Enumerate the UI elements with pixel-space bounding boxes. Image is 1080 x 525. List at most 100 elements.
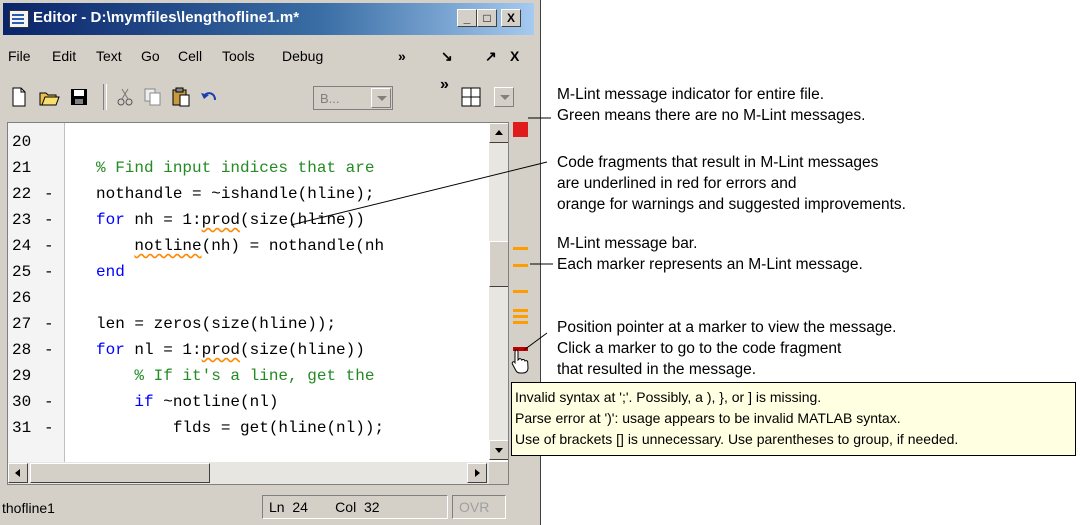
chevron-down-icon[interactable] [371,88,391,108]
line-number: 27 [12,315,32,333]
scroll-corner [489,462,508,484]
annotation-line: are underlined in red for errors and [557,175,797,192]
breakpoint-marker[interactable]: - [44,389,54,415]
code-editor[interactable]: 20 21% Find input indices that are 22- noth… [7,122,509,485]
menu-overflow-button[interactable]: » [398,48,406,64]
menu-debug[interactable]: Debug [282,48,323,64]
code-line[interactable]: 30- if ~notline(nl) [8,389,508,415]
breakpoint-marker[interactable]: - [44,259,54,285]
mlint-marker[interactable] [513,247,528,250]
menu-file[interactable]: File [8,48,31,64]
mlint-marker[interactable] [513,315,528,318]
mlint-underlined-fragment[interactable]: prod [202,211,240,229]
copy-icon[interactable] [142,86,164,108]
new-file-icon[interactable] [8,86,30,108]
undock-arrow-icon[interactable]: ↗ [485,48,497,65]
scroll-down-button[interactable] [489,440,508,460]
code-line[interactable]: 22- nothandle = ~ishandle(hline); [8,181,508,207]
maximize-button[interactable]: □ [477,9,497,27]
code-content: % If it's a line, get the [96,367,375,385]
code-text: % If it's a line, get the [96,363,374,389]
breakpoint-marker[interactable]: - [44,207,54,233]
vertical-scrollbar[interactable] [489,123,508,460]
mlint-marker[interactable] [513,290,528,293]
column-label: Col [335,499,357,515]
scroll-right-button[interactable] [467,463,487,483]
breakpoint-marker[interactable]: - [44,181,54,207]
menu-text[interactable]: Text [96,48,122,64]
code-line[interactable]: 31- flds = get(hline(nl)); [8,415,508,441]
code-content: flds = get(hline(nl)); [96,419,385,437]
mlint-marker[interactable] [513,321,528,324]
code-content: notline(nh) = nothandle(nh [134,237,385,255]
horizontal-scrollbar[interactable] [8,462,489,484]
code-content: ~notline(nl) [153,393,279,411]
overwrite-mode-indicator: OVR [452,495,506,519]
code-line[interactable]: 26 [8,285,508,311]
mlint-marker[interactable] [513,264,528,267]
annotation-fragments: Code fragments that result in M-Lint mes… [557,152,906,215]
dock-arrow-icon[interactable]: ↘ [441,48,453,65]
code-text: for nh = 1:prod(size(hline)) [96,207,365,233]
toolbar-separator [103,84,107,110]
menu-cell[interactable]: Cell [178,48,202,64]
code-text: nothandle = ~ishandle(hline); [96,181,374,207]
close-button[interactable]: X [501,9,521,27]
code-line[interactable]: 28- for nl = 1:prod(size(hline)) [8,337,508,363]
breakpoint-marker[interactable]: - [44,337,54,363]
scroll-up-button[interactable] [489,123,508,143]
code-line[interactable]: 29 % If it's a line, get the [8,363,508,389]
editor-window: Editor - D:\mymfiles\lengthofline1.m* _ … [0,0,541,525]
line-number: 22 [12,185,32,203]
stack-combo[interactable]: B... [313,86,393,110]
close-document-button[interactable]: X [510,48,519,64]
code-line[interactable]: 23- for nh = 1:prod(size(hline)) [8,207,508,233]
line-number: 24 [12,237,32,255]
line-number: 31 [12,419,32,437]
menu-edit[interactable]: Edit [52,48,76,64]
open-folder-icon[interactable] [38,86,60,108]
line-number: 21 [12,159,32,177]
keyword: if [96,393,154,411]
layout-dropdown-button[interactable] [494,87,514,107]
menu-go[interactable]: Go [141,48,160,64]
annotation-line: that resulted in the message. [557,361,757,378]
line-number: 29 [12,367,32,385]
menu-tools[interactable]: Tools [222,48,255,64]
mlint-message-indicator[interactable] [513,122,528,137]
minimize-button[interactable]: _ [457,9,477,27]
code-text: notline(nh) = nothandle(nh [96,233,384,259]
line-number: 26 [12,289,32,307]
undo-icon[interactable] [198,86,220,108]
window-title: Editor - D:\mymfiles\lengthofline1.m* [33,9,300,26]
vertical-scroll-thumb[interactable] [489,241,508,287]
mlint-underlined-fragment[interactable]: notline [134,237,201,255]
status-filename: thofline1 [2,500,55,516]
annotation-line: Position pointer at a marker to view the… [557,319,897,336]
mlint-underlined-fragment[interactable]: prod [202,341,240,359]
code-line[interactable]: 24- notline(nh) = nothandle(nh [8,233,508,259]
breakpoint-marker[interactable]: - [44,311,54,337]
code-line[interactable]: 27- len = zeros(size(hline)); [8,311,508,337]
cut-icon[interactable] [114,86,136,108]
grid-icon[interactable] [460,86,482,108]
tooltip-message: Invalid syntax at ';'. Possibly, a ), },… [515,389,822,405]
code-text: if ~notline(nl) [96,389,278,415]
save-icon[interactable] [68,86,90,108]
code-line[interactable]: 21 % Find input indices that are [8,155,508,181]
paste-icon[interactable] [170,86,192,108]
breakpoint-marker[interactable]: - [44,233,54,259]
code-line[interactable]: 20 [8,129,508,155]
horizontal-scroll-thumb[interactable] [30,463,210,483]
toolbar-overflow-button[interactable]: » [440,76,449,94]
line-number: 23 [12,211,32,229]
breakpoint-marker[interactable]: - [44,415,54,441]
mlint-marker[interactable] [513,309,528,312]
annotation-line: Each marker represents an M-Lint message… [557,256,863,273]
title-bar[interactable]: Editor - D:\mymfiles\lengthofline1.m* _ … [3,3,534,35]
annotation-line: Click a marker to go to the code fragmen… [557,340,842,357]
annotation-message-bar: M-Lint message bar. Each marker represen… [557,233,863,275]
scroll-left-button[interactable] [8,463,28,483]
code-line[interactable]: 25- end [8,259,508,285]
annotation-pointer: Position pointer at a marker to view the… [557,317,896,380]
